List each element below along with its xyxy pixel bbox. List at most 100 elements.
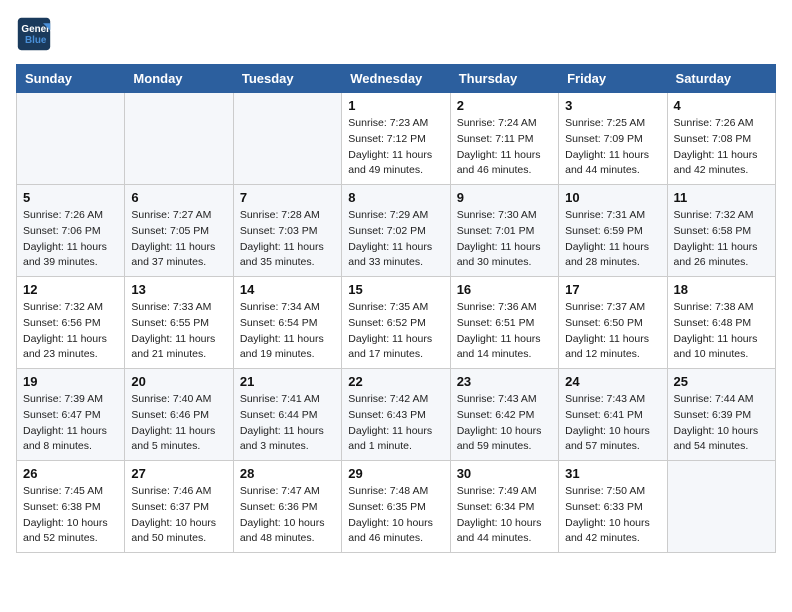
calendar-table: SundayMondayTuesdayWednesdayThursdayFrid… — [16, 64, 776, 553]
day-info: Sunrise: 7:48 AM Sunset: 6:35 PM Dayligh… — [348, 484, 443, 547]
calendar-cell: 4 Sunrise: 7:26 AM Sunset: 7:08 PM Daylig… — [667, 93, 775, 185]
calendar-cell: 11 Sunrise: 7:32 AM Sunset: 6:58 PM Dayli… — [667, 185, 775, 277]
calendar-cell: 9 Sunrise: 7:30 AM Sunset: 7:01 PM Daylig… — [450, 185, 558, 277]
weekday-header-thursday: Thursday — [450, 65, 558, 93]
calendar-cell: 18 Sunrise: 7:38 AM Sunset: 6:48 PM Dayli… — [667, 277, 775, 369]
calendar-cell: 28 Sunrise: 7:47 AM Sunset: 6:36 PM Dayli… — [233, 461, 341, 553]
day-info: Sunrise: 7:40 AM Sunset: 6:46 PM Dayligh… — [131, 392, 226, 455]
day-number: 5 — [23, 190, 118, 205]
calendar-cell: 7 Sunrise: 7:28 AM Sunset: 7:03 PM Daylig… — [233, 185, 341, 277]
day-number: 18 — [674, 282, 769, 297]
weekday-header-monday: Monday — [125, 65, 233, 93]
day-info: Sunrise: 7:46 AM Sunset: 6:37 PM Dayligh… — [131, 484, 226, 547]
day-number: 27 — [131, 466, 226, 481]
calendar-cell: 6 Sunrise: 7:27 AM Sunset: 7:05 PM Daylig… — [125, 185, 233, 277]
calendar-cell: 30 Sunrise: 7:49 AM Sunset: 6:34 PM Dayli… — [450, 461, 558, 553]
day-number: 8 — [348, 190, 443, 205]
calendar-cell: 17 Sunrise: 7:37 AM Sunset: 6:50 PM Dayli… — [559, 277, 667, 369]
day-number: 17 — [565, 282, 660, 297]
calendar-cell: 24Sunrise: 7:43 AM Sunset: 6:41 PM Dayli… — [559, 369, 667, 461]
calendar-week-row: 19Sunrise: 7:39 AM Sunset: 6:47 PM Dayli… — [17, 369, 776, 461]
day-info: Sunrise: 7:30 AM Sunset: 7:01 PM Dayligh… — [457, 208, 552, 271]
weekday-header-saturday: Saturday — [667, 65, 775, 93]
calendar-cell: 23 Sunrise: 7:43 AM Sunset: 6:42 PM Dayli… — [450, 369, 558, 461]
day-info: Sunrise: 7:27 AM Sunset: 7:05 PM Dayligh… — [131, 208, 226, 271]
day-number: 3 — [565, 98, 660, 113]
day-number: 23 — [457, 374, 552, 389]
day-number: 24 — [565, 374, 660, 389]
weekday-header-wednesday: Wednesday — [342, 65, 450, 93]
day-info: Sunrise: 7:32 AM Sunset: 6:58 PM Dayligh… — [674, 208, 769, 271]
calendar-cell: 10Sunrise: 7:31 AM Sunset: 6:59 PM Dayli… — [559, 185, 667, 277]
calendar-cell: 14 Sunrise: 7:34 AM Sunset: 6:54 PM Dayli… — [233, 277, 341, 369]
calendar-cell: 1Sunrise: 7:23 AM Sunset: 7:12 PM Daylig… — [342, 93, 450, 185]
day-info: Sunrise: 7:39 AM Sunset: 6:47 PM Dayligh… — [23, 392, 118, 455]
calendar-week-row: 12Sunrise: 7:32 AM Sunset: 6:56 PM Dayli… — [17, 277, 776, 369]
day-number: 11 — [674, 190, 769, 205]
day-number: 6 — [131, 190, 226, 205]
day-number: 21 — [240, 374, 335, 389]
calendar-cell — [125, 93, 233, 185]
day-number: 1 — [348, 98, 443, 113]
weekday-header-friday: Friday — [559, 65, 667, 93]
day-info: Sunrise: 7:29 AM Sunset: 7:02 PM Dayligh… — [348, 208, 443, 271]
day-info: Sunrise: 7:26 AM Sunset: 7:06 PM Dayligh… — [23, 208, 118, 271]
day-number: 29 — [348, 466, 443, 481]
day-info: Sunrise: 7:33 AM Sunset: 6:55 PM Dayligh… — [131, 300, 226, 363]
calendar-cell: 2 Sunrise: 7:24 AM Sunset: 7:11 PM Daylig… — [450, 93, 558, 185]
calendar-cell: 22 Sunrise: 7:42 AM Sunset: 6:43 PM Dayli… — [342, 369, 450, 461]
day-number: 13 — [131, 282, 226, 297]
weekday-header-row: SundayMondayTuesdayWednesdayThursdayFrid… — [17, 65, 776, 93]
day-number: 25 — [674, 374, 769, 389]
day-number: 30 — [457, 466, 552, 481]
calendar-cell: 25 Sunrise: 7:44 AM Sunset: 6:39 PM Dayli… — [667, 369, 775, 461]
day-number: 9 — [457, 190, 552, 205]
day-number: 26 — [23, 466, 118, 481]
calendar-cell: 19Sunrise: 7:39 AM Sunset: 6:47 PM Dayli… — [17, 369, 125, 461]
calendar-week-row: 26 Sunrise: 7:45 AM Sunset: 6:38 PM Dayli… — [17, 461, 776, 553]
day-info: Sunrise: 7:25 AM Sunset: 7:09 PM Dayligh… — [565, 116, 660, 179]
weekday-header-sunday: Sunday — [17, 65, 125, 93]
day-number: 4 — [674, 98, 769, 113]
day-info: Sunrise: 7:36 AM Sunset: 6:51 PM Dayligh… — [457, 300, 552, 363]
calendar-cell: 20Sunrise: 7:40 AM Sunset: 6:46 PM Dayli… — [125, 369, 233, 461]
day-info: Sunrise: 7:44 AM Sunset: 6:39 PM Dayligh… — [674, 392, 769, 455]
day-info: Sunrise: 7:24 AM Sunset: 7:11 PM Dayligh… — [457, 116, 552, 179]
day-number: 7 — [240, 190, 335, 205]
calendar-cell — [233, 93, 341, 185]
day-number: 14 — [240, 282, 335, 297]
day-number: 16 — [457, 282, 552, 297]
day-info: Sunrise: 7:32 AM Sunset: 6:56 PM Dayligh… — [23, 300, 118, 363]
day-info: Sunrise: 7:42 AM Sunset: 6:43 PM Dayligh… — [348, 392, 443, 455]
day-info: Sunrise: 7:45 AM Sunset: 6:38 PM Dayligh… — [23, 484, 118, 547]
day-info: Sunrise: 7:43 AM Sunset: 6:42 PM Dayligh… — [457, 392, 552, 455]
calendar-cell — [17, 93, 125, 185]
day-number: 31 — [565, 466, 660, 481]
svg-text:Blue: Blue — [25, 35, 47, 46]
day-info: Sunrise: 7:26 AM Sunset: 7:08 PM Dayligh… — [674, 116, 769, 179]
calendar-week-row: 1Sunrise: 7:23 AM Sunset: 7:12 PM Daylig… — [17, 93, 776, 185]
day-info: Sunrise: 7:28 AM Sunset: 7:03 PM Dayligh… — [240, 208, 335, 271]
day-number: 22 — [348, 374, 443, 389]
day-info: Sunrise: 7:49 AM Sunset: 6:34 PM Dayligh… — [457, 484, 552, 547]
day-info: Sunrise: 7:38 AM Sunset: 6:48 PM Dayligh… — [674, 300, 769, 363]
day-number: 2 — [457, 98, 552, 113]
day-number: 15 — [348, 282, 443, 297]
calendar-cell: 5 Sunrise: 7:26 AM Sunset: 7:06 PM Daylig… — [17, 185, 125, 277]
weekday-header-tuesday: Tuesday — [233, 65, 341, 93]
calendar-cell: 13 Sunrise: 7:33 AM Sunset: 6:55 PM Dayli… — [125, 277, 233, 369]
calendar-cell: 12Sunrise: 7:32 AM Sunset: 6:56 PM Dayli… — [17, 277, 125, 369]
day-info: Sunrise: 7:37 AM Sunset: 6:50 PM Dayligh… — [565, 300, 660, 363]
calendar-cell: 3 Sunrise: 7:25 AM Sunset: 7:09 PM Daylig… — [559, 93, 667, 185]
day-info: Sunrise: 7:47 AM Sunset: 6:36 PM Dayligh… — [240, 484, 335, 547]
page-header: General Blue — [16, 16, 776, 52]
calendar-cell: 27 Sunrise: 7:46 AM Sunset: 6:37 PM Dayli… — [125, 461, 233, 553]
day-number: 28 — [240, 466, 335, 481]
day-info: Sunrise: 7:34 AM Sunset: 6:54 PM Dayligh… — [240, 300, 335, 363]
calendar-cell: 21Sunrise: 7:41 AM Sunset: 6:44 PM Dayli… — [233, 369, 341, 461]
calendar-cell — [667, 461, 775, 553]
calendar-cell: 15Sunrise: 7:35 AM Sunset: 6:52 PM Dayli… — [342, 277, 450, 369]
calendar-cell: 8 Sunrise: 7:29 AM Sunset: 7:02 PM Daylig… — [342, 185, 450, 277]
logo: General Blue — [16, 16, 58, 52]
day-info: Sunrise: 7:50 AM Sunset: 6:33 PM Dayligh… — [565, 484, 660, 547]
